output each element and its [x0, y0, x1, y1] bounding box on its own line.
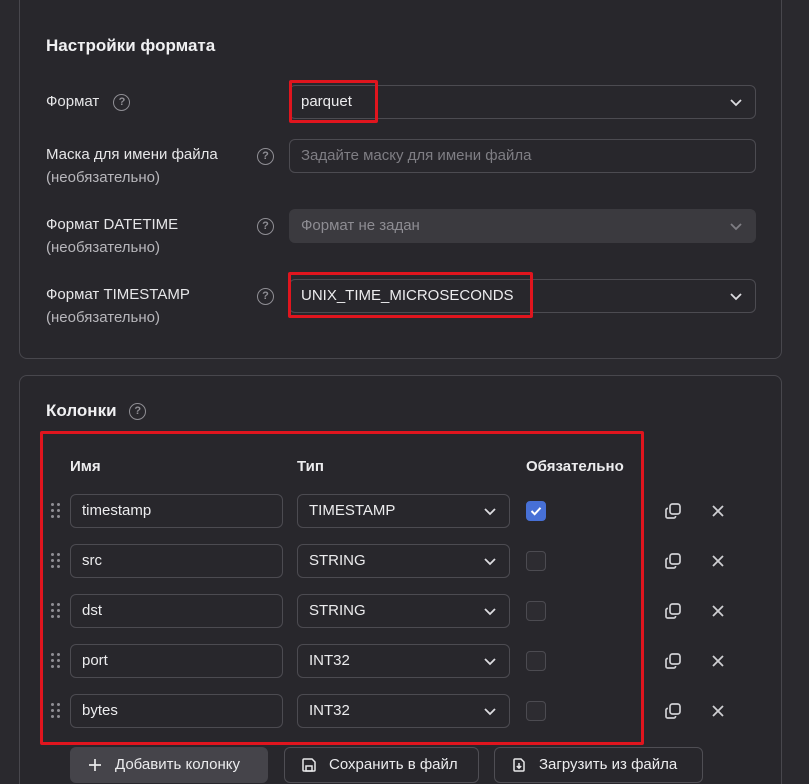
- save-to-file-button[interactable]: Сохранить в файл: [284, 747, 479, 783]
- file-mask-label: Маска для имени файла (необязательно): [46, 143, 218, 189]
- download-file-icon: [513, 758, 525, 772]
- duplicate-icon[interactable]: [663, 651, 683, 671]
- format-help-icon[interactable]: ?: [113, 93, 131, 111]
- timestamp-help-icon[interactable]: ?: [257, 288, 274, 305]
- datetime-optional: (необязательно): [46, 239, 160, 256]
- columns-help-icon[interactable]: ?: [129, 403, 147, 421]
- datetime-format-select: Формат не задан: [289, 209, 756, 243]
- file-mask-input[interactable]: Задайте маску для имени файла: [289, 139, 756, 173]
- duplicate-icon[interactable]: [663, 601, 683, 621]
- add-column-button[interactable]: Добавить колонку: [70, 747, 268, 783]
- datetime-format-value: Формат не задан: [301, 217, 420, 234]
- file-mask-placeholder: Задайте маску для имени файла: [301, 147, 532, 164]
- delete-icon[interactable]: [710, 553, 726, 569]
- delete-icon[interactable]: [710, 703, 726, 719]
- timestamp-format-label: Формат TIMESTAMP (необязательно): [46, 283, 190, 329]
- duplicate-icon[interactable]: [663, 701, 683, 721]
- chevron-down-icon: [730, 293, 742, 301]
- plus-icon: [89, 759, 101, 771]
- chevron-down-icon: [730, 99, 742, 107]
- datetime-help-icon[interactable]: ?: [257, 218, 274, 235]
- columns-table-highlight-box: [40, 431, 644, 745]
- delete-icon[interactable]: [710, 603, 726, 619]
- format-highlight-box: [289, 80, 378, 123]
- load-from-file-button[interactable]: Загрузить из файла: [494, 747, 703, 783]
- timestamp-highlight-box: [288, 272, 533, 318]
- file-mask-help-icon[interactable]: ?: [257, 148, 274, 165]
- delete-icon[interactable]: [710, 653, 726, 669]
- delete-icon[interactable]: [710, 503, 726, 519]
- timestamp-optional: (необязательно): [46, 309, 160, 326]
- save-icon: [302, 758, 316, 772]
- columns-title: Колонки ?: [46, 401, 147, 421]
- datetime-format-label: Формат DATETIME (необязательно): [46, 213, 178, 259]
- duplicate-icon[interactable]: [663, 501, 683, 521]
- duplicate-icon[interactable]: [663, 551, 683, 571]
- chevron-down-icon: [730, 223, 742, 231]
- format-label: Формат ?: [46, 90, 131, 113]
- file-mask-optional: (необязательно): [46, 169, 160, 186]
- format-settings-title: Настройки формата: [46, 36, 216, 55]
